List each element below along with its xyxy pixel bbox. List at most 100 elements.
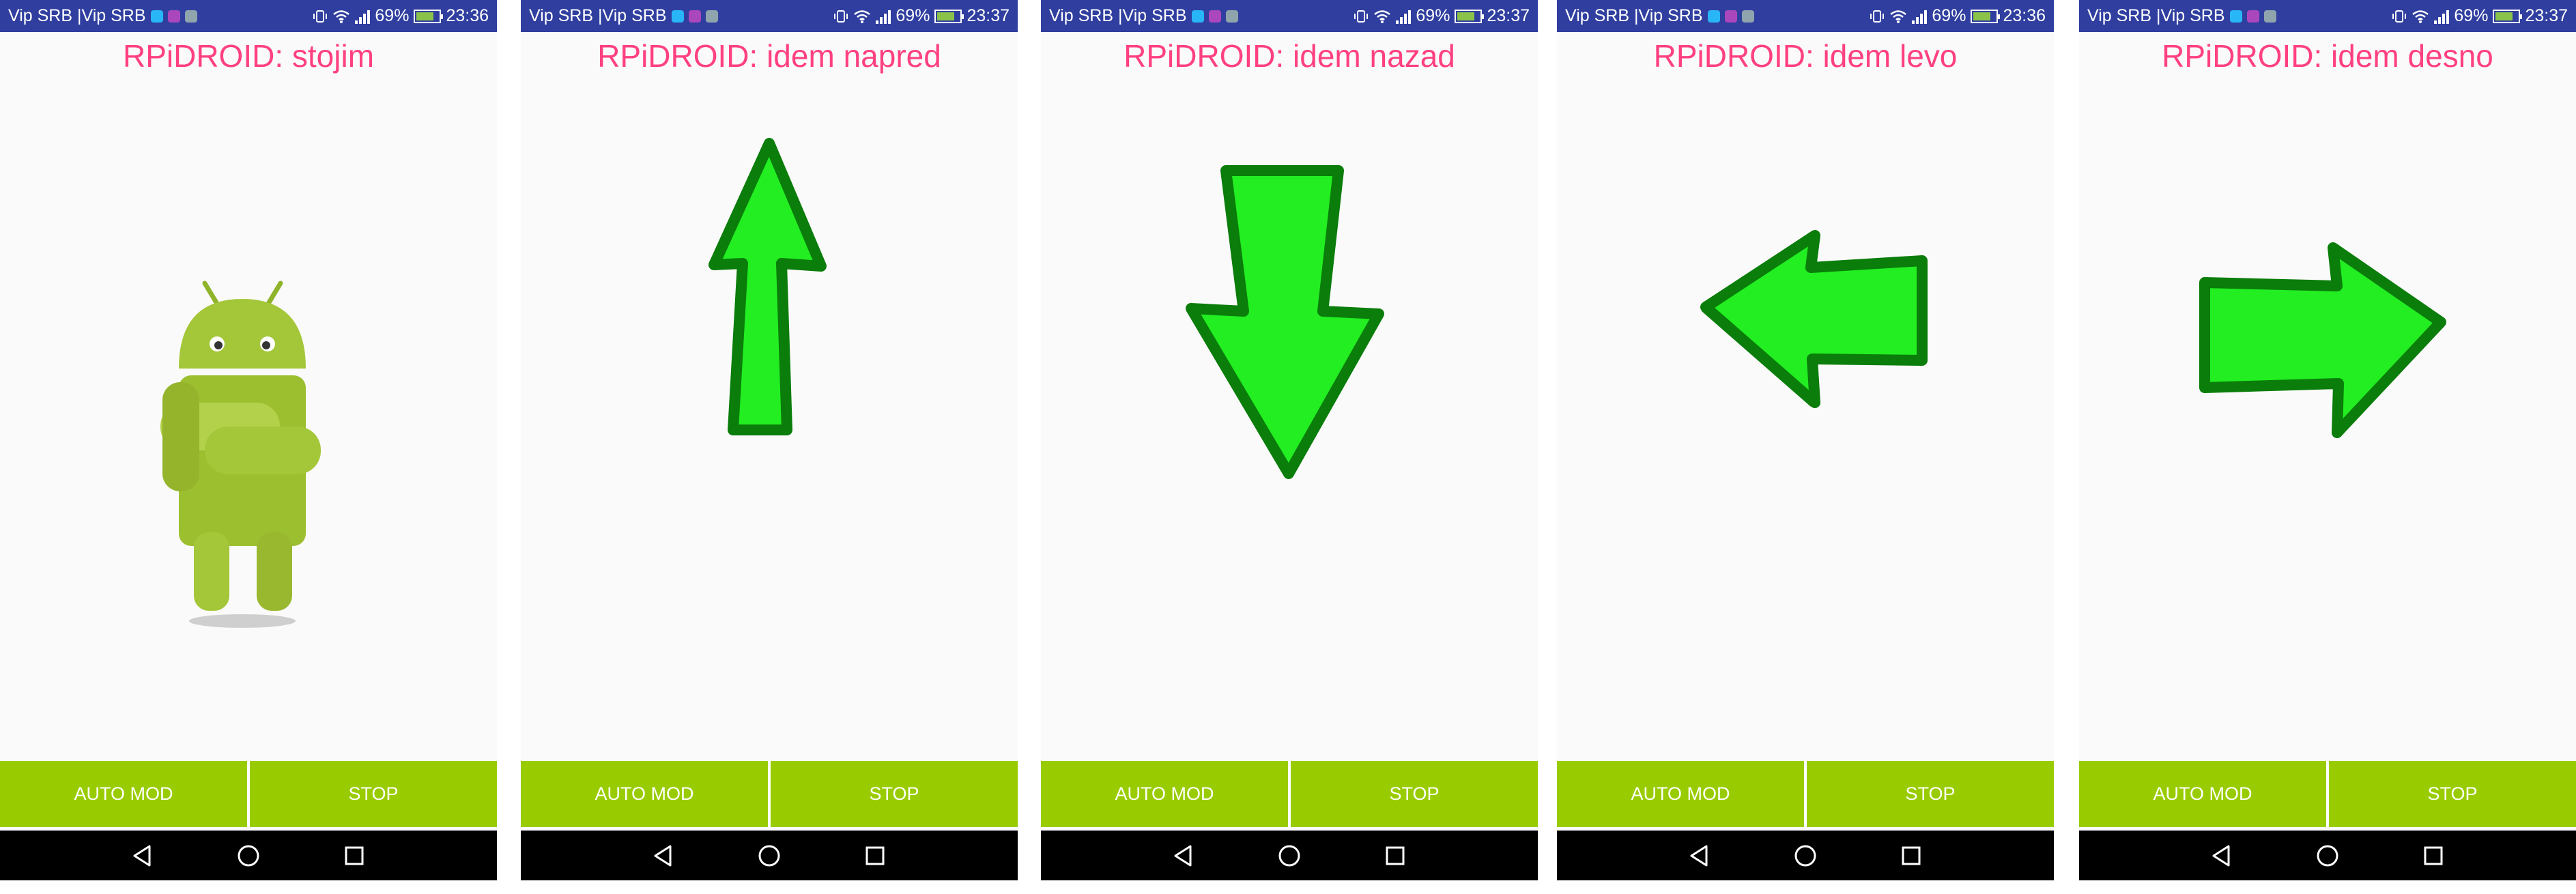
- signal-icon: [1396, 9, 1412, 24]
- auto-mode-button[interactable]: AUTO MOD: [2079, 761, 2329, 827]
- recents-icon[interactable]: [2420, 842, 2447, 869]
- phone-screen-forward: Vip SRB |Vip SRB 69% 23:37 RPiDROID: ide…: [521, 0, 1018, 880]
- app-title: RPiDROID: idem nazad: [1124, 38, 1455, 74]
- app-title: RPiDROID: idem desno: [2162, 38, 2493, 74]
- wifi-icon: [854, 10, 871, 23]
- nav-bar: [1041, 831, 1538, 880]
- stop-button[interactable]: STOP: [1807, 761, 2054, 827]
- status-time: 23:36: [2003, 6, 2046, 25]
- notification-icon: [184, 10, 197, 23]
- phone-screen-stop: Vip SRB |Vip SRB 69% 23:36 RPiDROID: sto…: [0, 0, 497, 880]
- home-icon[interactable]: [235, 842, 262, 869]
- recents-icon[interactable]: [341, 842, 368, 869]
- button-bar: AUTO MOD STOP: [2079, 761, 2576, 827]
- status-left: Vip SRB |Vip SRB: [8, 6, 197, 26]
- status-left: Vip SRB |Vip SRB: [2087, 6, 2276, 26]
- arrow-left-icon: [1700, 230, 1928, 408]
- battery-icon: [2493, 9, 2523, 23]
- direction-figure: [1557, 82, 2054, 758]
- arrow-shape: [1186, 165, 1384, 479]
- battery-percent: 69%: [1416, 6, 1450, 25]
- status-bar: Vip SRB |Vip SRB 69% 23:36: [1557, 0, 2054, 32]
- back-icon[interactable]: [650, 842, 677, 869]
- auto-mode-button[interactable]: AUTO MOD: [521, 761, 771, 827]
- vibrate-icon: [1870, 10, 1885, 23]
- notification-icon: [2229, 10, 2242, 23]
- back-icon[interactable]: [129, 842, 156, 869]
- stop-button[interactable]: STOP: [2329, 761, 2576, 827]
- carrier-label: Vip SRB |Vip SRB: [529, 6, 667, 25]
- direction-figure: [1041, 82, 1538, 758]
- stop-button[interactable]: STOP: [250, 761, 497, 827]
- battery-percent: 69%: [2454, 6, 2489, 25]
- vibrate-icon: [313, 10, 328, 23]
- status-left: Vip SRB |Vip SRB: [1049, 6, 1238, 26]
- direction-figure: [2079, 82, 2576, 758]
- button-bar: AUTO MOD STOP: [1041, 761, 1538, 827]
- direction-figure: [521, 82, 1018, 758]
- stop-button[interactable]: STOP: [771, 761, 1018, 827]
- battery-icon: [1971, 9, 2001, 23]
- vibrate-icon: [834, 10, 848, 23]
- carrier-label: Vip SRB |Vip SRB: [1049, 6, 1187, 25]
- carrier-label: Vip SRB |Vip SRB: [1565, 6, 1703, 25]
- phone-screen-backward: Vip SRB |Vip SRB 69% 23:37 RPiDROID: ide…: [1041, 0, 1538, 880]
- notification-icon: [705, 10, 718, 23]
- status-time: 23:37: [967, 6, 1010, 25]
- recents-icon[interactable]: [1382, 842, 1409, 869]
- carrier-label: Vip SRB |Vip SRB: [8, 6, 146, 25]
- wifi-icon: [333, 10, 350, 23]
- arrow-down-icon: [1186, 165, 1384, 479]
- home-icon[interactable]: [1792, 842, 1819, 869]
- auto-mode-button[interactable]: AUTO MOD: [0, 761, 250, 827]
- notification-icon: [1707, 10, 1720, 23]
- app-title: RPiDROID: idem levo: [1653, 38, 1958, 74]
- home-icon[interactable]: [1276, 842, 1303, 869]
- battery-percent: 69%: [896, 6, 930, 25]
- back-icon[interactable]: [1170, 842, 1197, 869]
- nav-bar: [2079, 831, 2576, 880]
- home-icon[interactable]: [2314, 842, 2341, 869]
- notification-icon: [1225, 10, 1238, 23]
- button-bar: AUTO MOD STOP: [1557, 761, 2054, 827]
- wifi-icon: [1374, 10, 1391, 23]
- app-title: RPiDROID: stojim: [122, 38, 375, 74]
- phone-screen-left: Vip SRB |Vip SRB 69% 23:36 RPiDROID: ide…: [1557, 0, 2054, 880]
- status-bar: Vip SRB |Vip SRB 69% 23:36: [0, 0, 497, 32]
- status-left: Vip SRB |Vip SRB: [1565, 6, 1754, 26]
- battery-icon: [1455, 9, 1485, 23]
- status-bar: Vip SRB |Vip SRB 69% 23:37: [2079, 0, 2576, 32]
- status-right: 69% 23:37: [1354, 6, 1530, 26]
- auto-mode-button[interactable]: AUTO MOD: [1041, 761, 1291, 827]
- status-right: 69% 23:37: [2392, 6, 2568, 26]
- notification-icon: [2263, 10, 2276, 23]
- signal-icon: [355, 9, 371, 24]
- recents-icon[interactable]: [861, 842, 889, 869]
- back-icon[interactable]: [2208, 842, 2235, 869]
- status-right: 69% 23:36: [1870, 6, 2046, 26]
- arrow-up-icon: [709, 138, 827, 435]
- nav-bar: [0, 831, 497, 880]
- nav-bar: [521, 831, 1018, 880]
- notification-icon: [150, 10, 163, 23]
- app-title: RPiDROID: idem napred: [597, 38, 941, 74]
- direction-figure: [0, 82, 497, 758]
- recents-icon[interactable]: [1898, 842, 1925, 869]
- home-icon[interactable]: [756, 842, 783, 869]
- back-icon[interactable]: [1686, 842, 1713, 869]
- status-time: 23:37: [2525, 6, 2568, 25]
- phone-screen-right: Vip SRB |Vip SRB 69% 23:37 RPiDROID: ide…: [2079, 0, 2576, 880]
- status-bar: Vip SRB |Vip SRB 69% 23:37: [1041, 0, 1538, 32]
- wifi-icon: [1890, 10, 1907, 23]
- battery-icon: [414, 9, 444, 23]
- signal-icon: [1912, 9, 1928, 24]
- status-time: 23:36: [446, 6, 489, 25]
- vibrate-icon: [2392, 10, 2407, 23]
- status-right: 69% 23:37: [833, 6, 1010, 26]
- arrow-right-icon: [2199, 242, 2446, 438]
- battery-percent: 69%: [1932, 6, 1966, 25]
- notification-icon: [1741, 10, 1754, 23]
- auto-mode-button[interactable]: AUTO MOD: [1557, 761, 1807, 827]
- stop-button[interactable]: STOP: [1291, 761, 1538, 827]
- status-right: 69% 23:36: [313, 6, 489, 26]
